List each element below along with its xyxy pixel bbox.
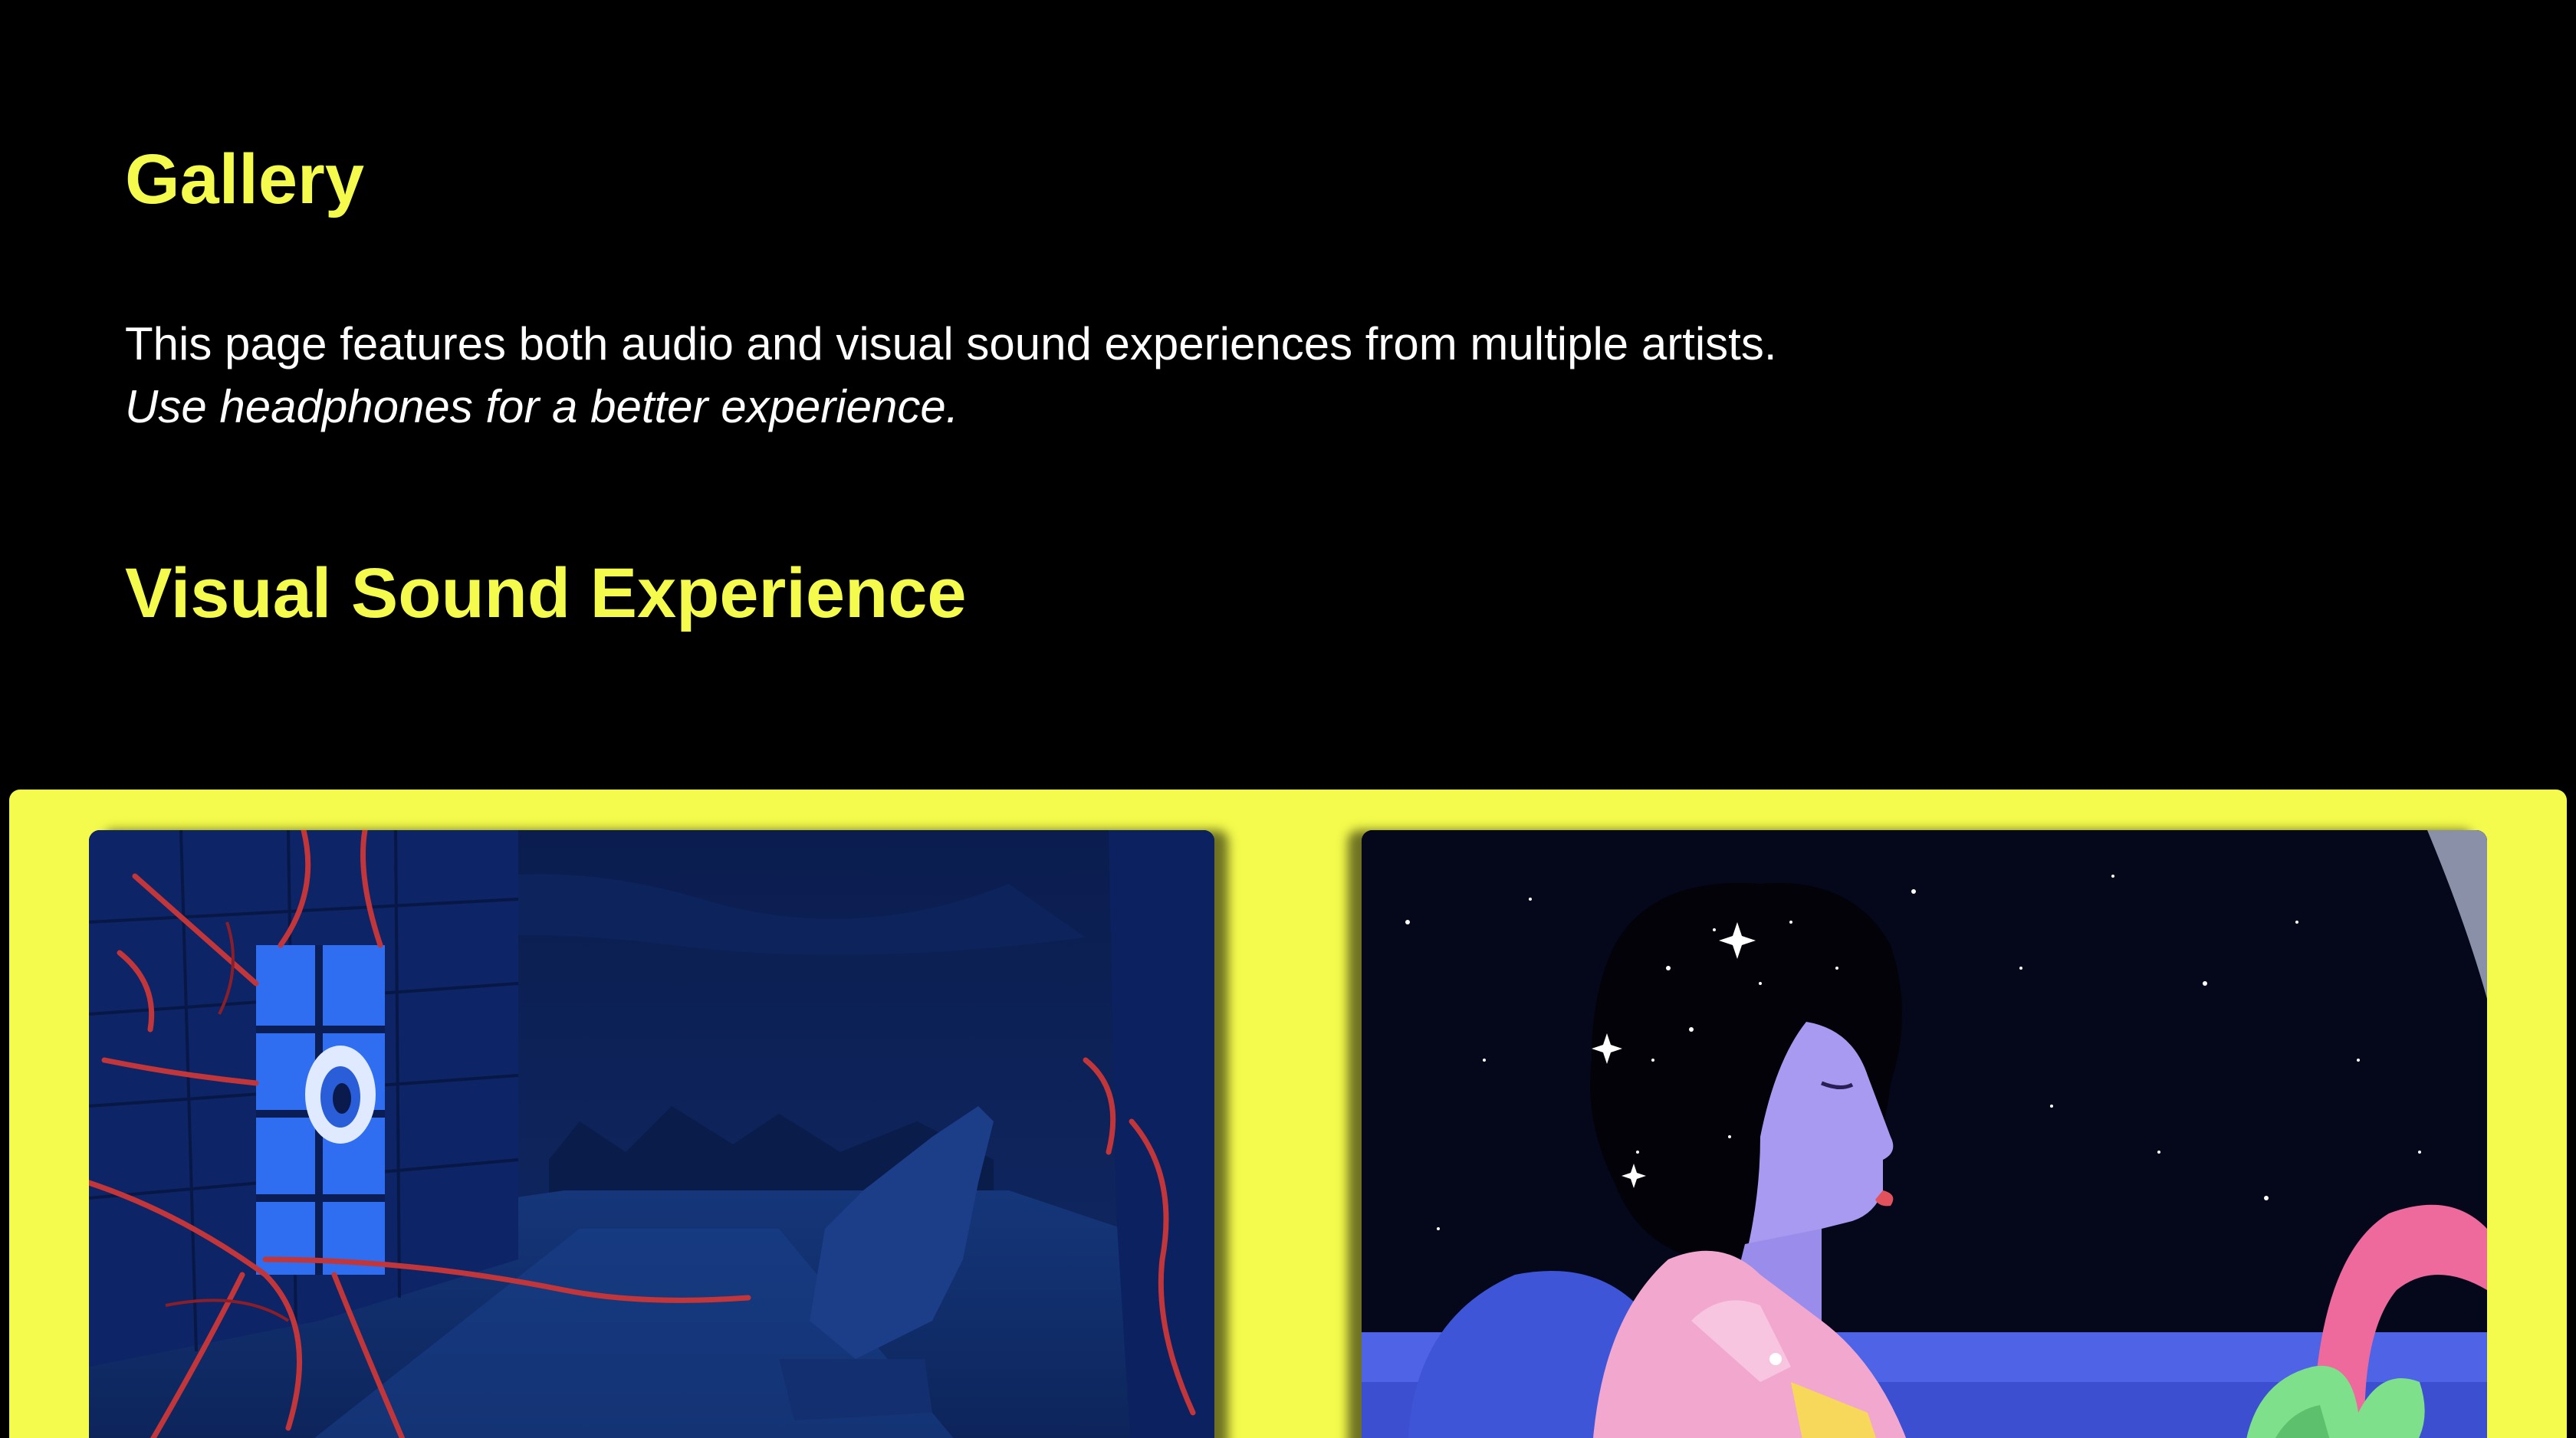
video-card-2[interactable] (1362, 830, 2487, 1438)
gallery-panel (9, 790, 2567, 1438)
page-title: Gallery (125, 140, 364, 218)
video-thumbnail-1 (89, 830, 1214, 1438)
headphones-tip: Use headphones for a better experience. (125, 381, 959, 432)
video-thumbnail-2 (1362, 830, 2487, 1438)
video-card-1[interactable] (89, 830, 1214, 1438)
page-intro: This page features both audio and visual… (125, 313, 1777, 438)
intro-text: This page features both audio and visual… (125, 318, 1777, 369)
section-title: Visual Sound Experience (125, 554, 967, 632)
